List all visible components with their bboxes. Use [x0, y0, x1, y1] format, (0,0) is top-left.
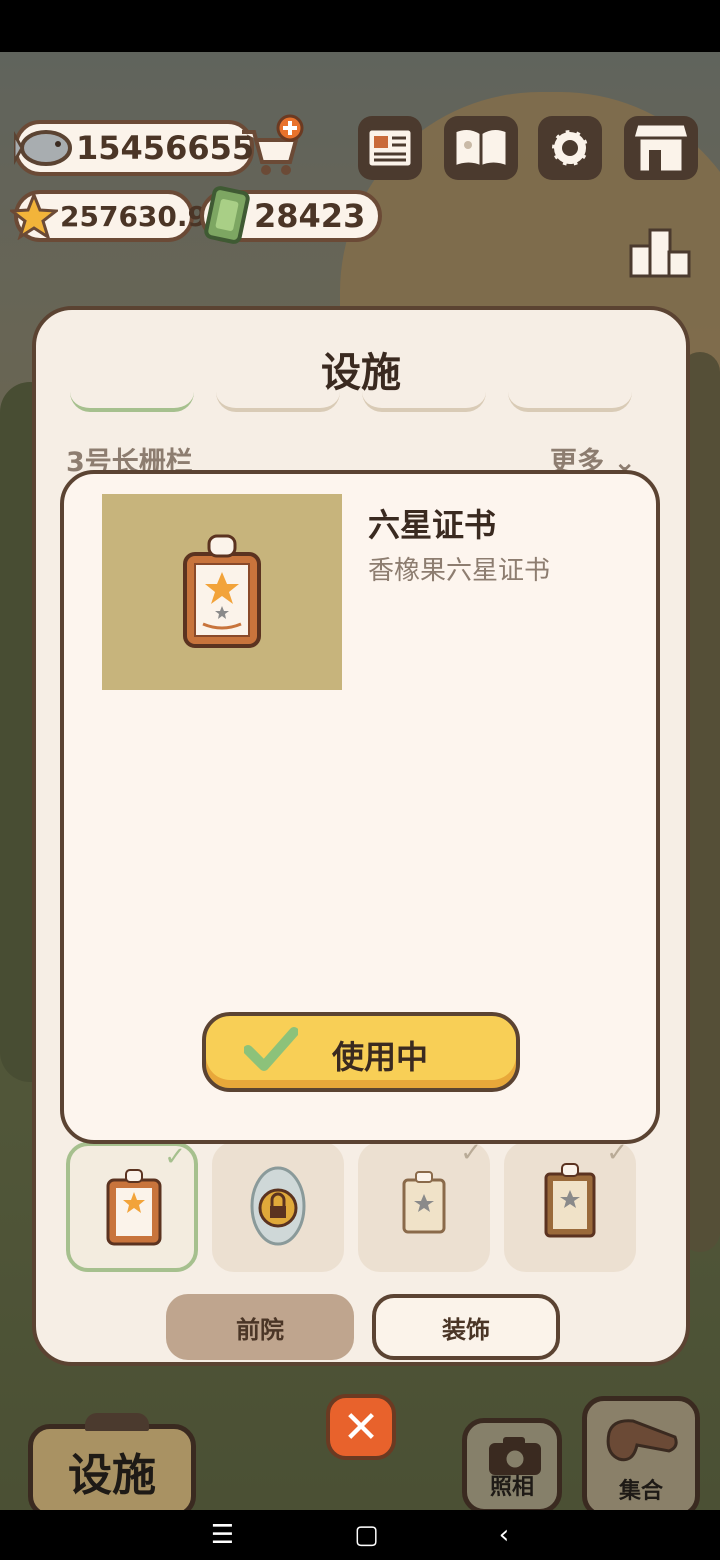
- close-button[interactable]: ✕: [326, 1394, 396, 1460]
- fish-count: 15456655: [76, 129, 255, 167]
- whistle-icon: [606, 1419, 678, 1462]
- gear-icon: [550, 128, 590, 168]
- gather-button[interactable]: 集合: [582, 1396, 700, 1518]
- book-icon: [453, 126, 509, 170]
- photo-label: 照相: [489, 1475, 534, 1500]
- item-slot[interactable]: ✓: [358, 1138, 490, 1272]
- menu-icon[interactable]: ☰: [211, 1520, 234, 1550]
- certificate-icon: [544, 1163, 596, 1238]
- tab-decor-label: 装饰: [442, 1315, 490, 1344]
- home-icon[interactable]: ▢: [354, 1520, 379, 1550]
- tab-yard-label: 前院: [236, 1315, 284, 1344]
- certificate-icon: [402, 1171, 446, 1234]
- fish-icon: [14, 130, 72, 166]
- list-item[interactable]: [508, 390, 632, 412]
- back-icon[interactable]: ‹: [499, 1520, 509, 1550]
- in-use-label: 使用中: [332, 1038, 429, 1076]
- gather-label: 集合: [618, 1479, 663, 1504]
- ticket-icon: [204, 186, 250, 244]
- list-item[interactable]: [70, 390, 194, 412]
- facility-button[interactable]: 设施: [28, 1413, 196, 1518]
- item-slot-locked[interactable]: [212, 1142, 344, 1272]
- list-item[interactable]: [216, 390, 340, 412]
- clipboard-clip: [85, 1413, 149, 1431]
- close-icon: ✕: [342, 1401, 380, 1453]
- shop-button[interactable]: [624, 116, 698, 180]
- news-button[interactable]: [358, 116, 422, 180]
- star-icon: [10, 192, 58, 240]
- item-preview: [102, 494, 342, 690]
- shop-icon: [631, 122, 691, 174]
- item-slot[interactable]: ✓: [504, 1138, 636, 1272]
- certificate-icon: [106, 1169, 162, 1246]
- star-count: 257630.9: [60, 199, 208, 233]
- item-description: 香橡果六星证书: [368, 556, 551, 586]
- certificate-icon: [183, 534, 261, 648]
- item-slot-selected[interactable]: ✓: [66, 1142, 198, 1272]
- facility-label: 设施: [68, 1450, 156, 1501]
- lock-icon: [250, 1166, 306, 1246]
- tab-decor[interactable]: 装饰: [372, 1294, 560, 1360]
- settings-button[interactable]: [538, 116, 602, 180]
- game-screen: 15456655 257630.9 28423 设施 3号长栅栏 更多 ⌄ ✓ …: [0, 0, 720, 1560]
- check-icon: [244, 1027, 298, 1071]
- cart-plus-icon[interactable]: [236, 112, 306, 182]
- photo-button[interactable]: 照相: [462, 1418, 562, 1514]
- leaderboard-button[interactable]: [628, 220, 692, 280]
- in-use-button[interactable]: 使用中: [202, 1012, 520, 1092]
- ticket-count: 28423: [254, 197, 366, 235]
- system-nav-bar: ☰ ▢ ‹: [0, 1510, 720, 1560]
- check-icon: ✓: [164, 1142, 186, 1172]
- book-button[interactable]: [444, 116, 518, 180]
- item-title: 六星证书: [368, 506, 497, 544]
- news-icon: [366, 127, 414, 169]
- list-item[interactable]: [362, 390, 486, 412]
- item-detail-popup: 六星证书 香橡果六星证书 使用中: [60, 470, 660, 1144]
- tab-yard[interactable]: 前院: [166, 1294, 354, 1360]
- leaderboard-icon: [629, 228, 691, 278]
